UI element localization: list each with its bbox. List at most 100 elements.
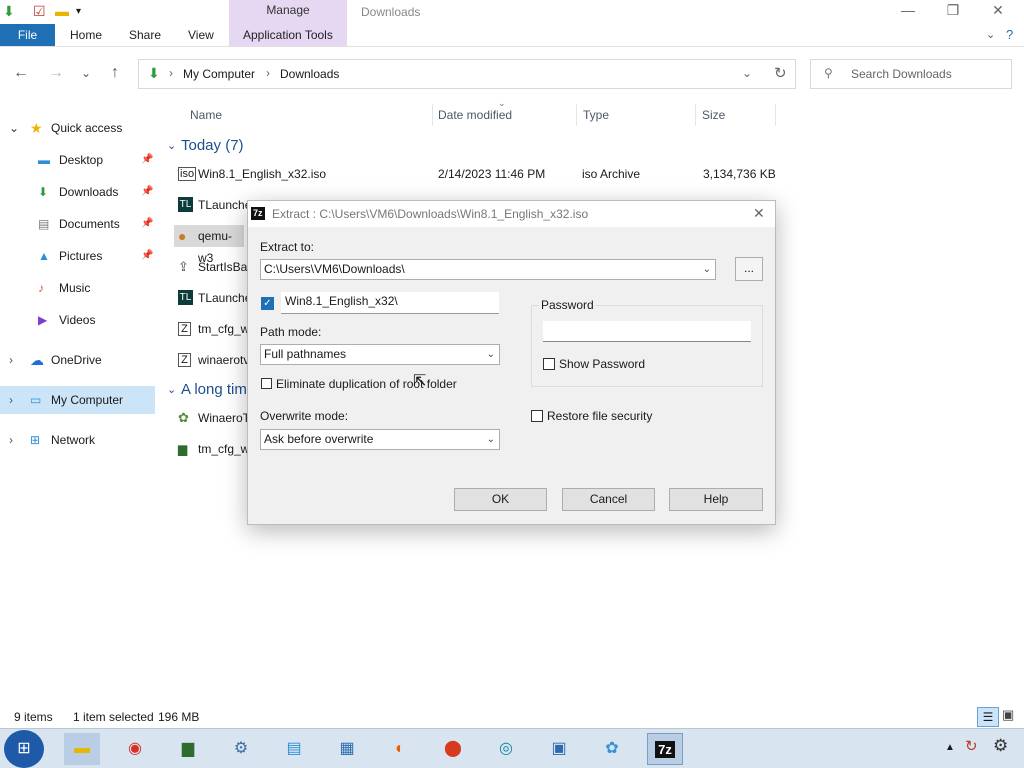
group-header-today[interactable]: Today (7) — [181, 137, 244, 154]
file-name: TLaunche — [198, 291, 252, 305]
file-explorer-taskbar-icon[interactable]: ▬ — [64, 733, 100, 765]
help-button[interactable]: Help — [669, 488, 763, 511]
sidebar-item-desktop[interactable]: ▬ Desktop 📌 — [0, 146, 155, 174]
sidebar-item-downloads[interactable]: ⬇ Downloads 📌 — [0, 178, 155, 206]
settings-icon[interactable]: ⚙ — [993, 736, 1008, 756]
eliminate-duplication-label[interactable]: Eliminate duplication of root folder — [276, 377, 457, 391]
overwrite-mode-select[interactable]: Ask before overwrite ⌄ — [260, 429, 500, 450]
manage-tab[interactable]: Manage — [229, 3, 347, 17]
file-row[interactable]: Z tm_cfg_w — [178, 318, 249, 340]
folder-name-checkbox[interactable]: ✓ — [261, 297, 274, 310]
control-panel-taskbar-icon[interactable]: ▣ — [541, 733, 577, 765]
chevron-right-icon[interactable]: › — [9, 386, 13, 414]
chrome-taskbar-icon[interactable]: ◉ — [117, 733, 153, 765]
sidebar-item-quick-access[interactable]: ⌄ ★ Quick access — [0, 114, 155, 142]
dialog-close-button[interactable]: ✕ — [753, 205, 765, 222]
file-row[interactable]: Z winaerotv — [178, 349, 249, 371]
sidebar-item-pictures[interactable]: ▲ Pictures 📌 — [0, 242, 155, 270]
firefox-taskbar-icon[interactable]: ◐ — [382, 733, 418, 765]
show-password-label[interactable]: Show Password — [559, 357, 645, 371]
cancel-button[interactable]: Cancel — [562, 488, 655, 511]
restore-security-checkbox[interactable] — [531, 410, 543, 422]
maps-taskbar-icon[interactable]: ⬤ — [435, 733, 471, 765]
chevron-down-icon[interactable]: ⌄ — [9, 114, 19, 142]
close-button[interactable]: ✕ — [978, 2, 1018, 22]
dialog-title-bar[interactable]: 7z Extract : C:\Users\VM6\Downloads\Win8… — [248, 201, 775, 227]
properties-icon[interactable]: ☑ — [33, 3, 46, 20]
help-icon[interactable]: ? — [1006, 27, 1013, 42]
file-row[interactable]: ✿ WinaeroT — [178, 407, 250, 429]
file-row[interactable]: TL TLaunche — [178, 194, 251, 216]
start-button[interactable]: ⊞ — [4, 730, 44, 768]
column-divider[interactable] — [432, 104, 433, 126]
search-box[interactable]: ⚲ Search Downloads — [810, 59, 1012, 89]
password-input[interactable] — [543, 321, 751, 342]
column-divider[interactable] — [775, 104, 776, 126]
search-input[interactable]: Search Downloads — [851, 67, 952, 81]
refresh-icon[interactable]: ↻ — [774, 64, 787, 82]
recent-locations-button[interactable]: ⌄ — [76, 66, 96, 80]
file-row[interactable]: ▆ tm_cfg_w — [178, 438, 249, 460]
sidebar-item-network[interactable]: › ⊞ Network — [0, 426, 155, 454]
show-hidden-icons-button[interactable]: ▲ — [945, 742, 955, 753]
address-bar[interactable]: ⬇ › My Computer › Downloads ⌄ ↻ — [138, 59, 796, 89]
sidebar-item-videos[interactable]: ▶ Videos — [0, 306, 155, 334]
extract-to-combobox[interactable]: C:\Users\VM6\Downloads\ ⌄ — [260, 259, 716, 280]
tab-application-tools[interactable]: Application Tools — [243, 24, 347, 46]
column-header-name[interactable]: Name — [190, 108, 222, 122]
sidebar-item-music[interactable]: ♪ Music — [0, 274, 155, 302]
paint-taskbar-icon[interactable]: ✿ — [594, 733, 630, 765]
tab-file[interactable]: File — [0, 24, 55, 46]
ok-button[interactable]: OK — [454, 488, 547, 511]
minimize-button[interactable]: — — [888, 2, 928, 22]
tab-view[interactable]: View — [188, 24, 214, 46]
forward-button[interactable]: → — [46, 64, 66, 82]
7zip-taskbar-icon[interactable]: 7z — [647, 733, 683, 765]
chevron-down-icon[interactable]: ⌄ — [167, 139, 176, 152]
folder-icon[interactable]: ▬ — [55, 3, 69, 19]
calculator-taskbar-icon[interactable]: ▦ — [329, 733, 365, 765]
app-taskbar-icon[interactable]: ▆ — [170, 733, 206, 765]
tab-share[interactable]: Share — [129, 24, 161, 46]
chevron-right-icon[interactable]: › — [9, 346, 13, 374]
column-divider[interactable] — [695, 104, 696, 126]
chevron-down-icon[interactable]: ▾ — [76, 6, 81, 17]
restore-security-label[interactable]: Restore file security — [547, 409, 652, 423]
chevron-down-icon[interactable]: ⌄ — [742, 66, 752, 80]
sidebar-item-onedrive[interactable]: › ☁ OneDrive — [0, 346, 155, 374]
eliminate-duplication-checkbox[interactable] — [261, 378, 272, 389]
column-header-size[interactable]: Size — [702, 108, 725, 122]
show-password-checkbox[interactable] — [543, 358, 555, 370]
breadcrumb-downloads[interactable]: Downloads — [280, 67, 339, 81]
chevron-down-icon[interactable]: ⌄ — [703, 260, 711, 279]
settings-taskbar-icon[interactable]: ⚙ — [223, 733, 259, 765]
file-row[interactable]: ● qemu-w3 — [174, 225, 244, 265]
file-row[interactable]: ⇪ StartIsBac — [178, 256, 253, 278]
browse-button[interactable]: ... — [735, 257, 763, 281]
chevron-right-icon[interactable]: › — [9, 426, 13, 454]
sidebar-item-documents[interactable]: ▤ Documents 📌 — [0, 210, 155, 238]
path-mode-select[interactable]: Full pathnames ⌄ — [260, 344, 500, 365]
file-row[interactable]: TL TLaunche — [178, 287, 252, 309]
sidebar-item-my-computer[interactable]: › ▭ My Computer — [0, 386, 155, 414]
breadcrumb-my-computer[interactable]: My Computer — [183, 67, 255, 81]
tab-home[interactable]: Home — [70, 24, 102, 46]
column-divider[interactable] — [576, 104, 577, 126]
details-view-icon[interactable]: ☰ — [977, 707, 999, 727]
download-icon[interactable]: ⬇ — [3, 3, 15, 20]
password-group — [531, 305, 763, 387]
up-button[interactable]: ↑ — [105, 64, 125, 82]
group-header-long-time[interactable]: A long tim — [181, 381, 247, 398]
chevron-down-icon[interactable]: ⌄ — [167, 383, 176, 396]
notepad-taskbar-icon[interactable]: ▤ — [276, 733, 312, 765]
large-icons-view-icon[interactable]: ▣ — [1002, 707, 1014, 723]
file-row[interactable]: iso Win8.1_English_x32.iso 2/14/2023 11:… — [178, 163, 778, 185]
chevron-down-icon[interactable]: ⌄ — [986, 28, 995, 41]
back-button[interactable]: ← — [11, 64, 31, 82]
folder-name-input[interactable]: Win8.1_English_x32\ — [281, 292, 499, 314]
network-status-icon[interactable]: ↻ — [965, 737, 978, 755]
column-header-type[interactable]: Type — [583, 108, 609, 122]
column-header-date[interactable]: Date modified — [438, 108, 512, 122]
edge-taskbar-icon[interactable]: ◎ — [488, 733, 524, 765]
maximize-button[interactable]: ❐ — [933, 2, 973, 22]
